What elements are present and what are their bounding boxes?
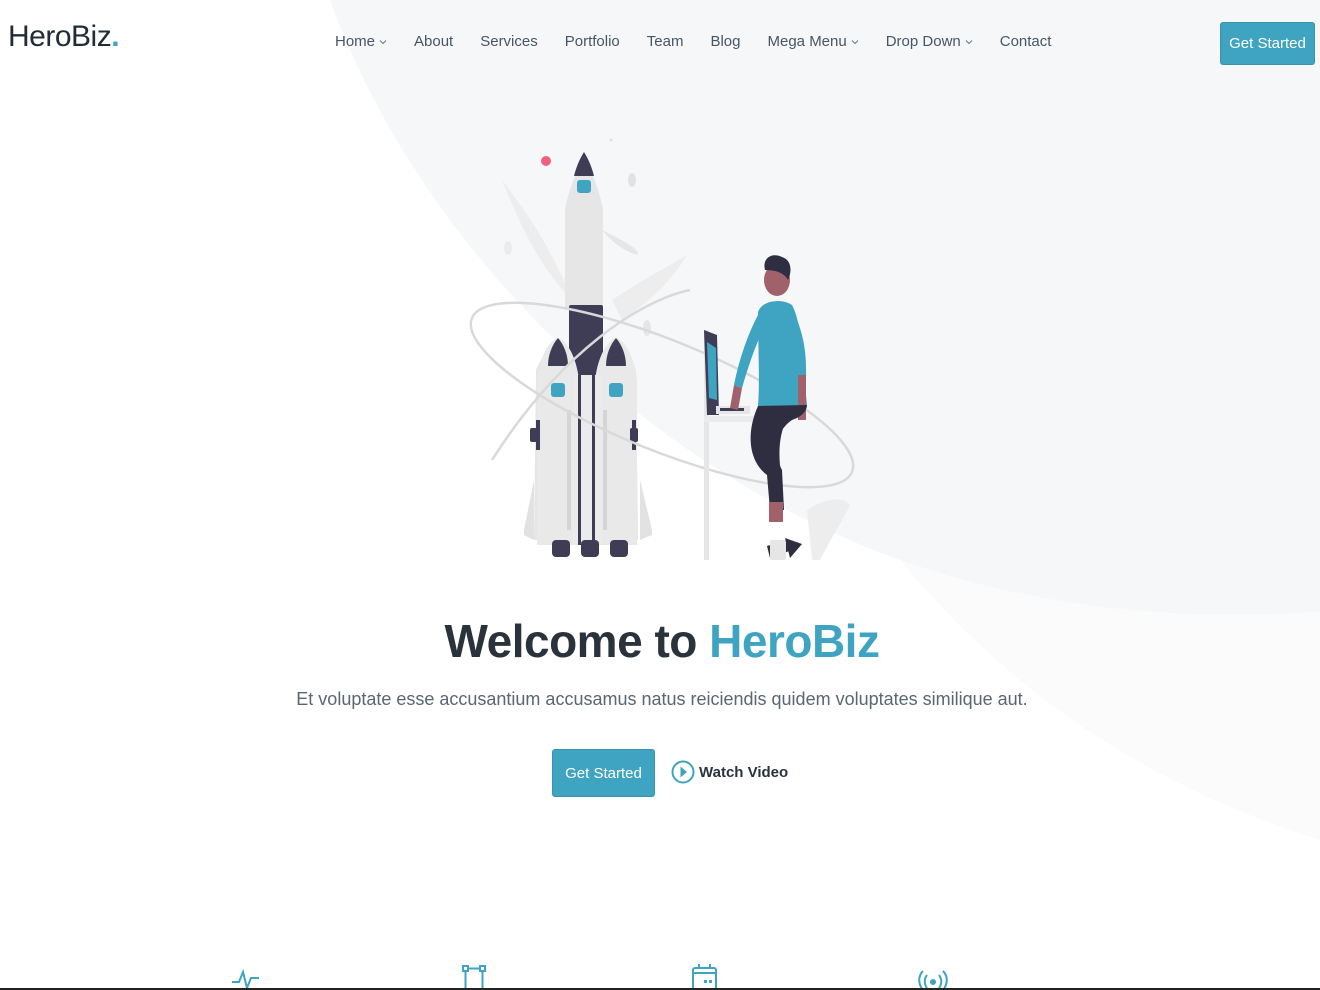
nav-item-blog[interactable]: Blog xyxy=(710,33,740,50)
nav-label: Drop Down xyxy=(885,33,961,50)
nav-item-about[interactable]: About xyxy=(414,33,453,50)
watch-video-link[interactable]: Watch Video xyxy=(671,755,788,789)
brand-name: HeroBiz xyxy=(8,20,112,53)
nav-item-portfolio[interactable]: Portfolio xyxy=(565,33,620,50)
nav-item-drop-down[interactable]: Drop Down xyxy=(886,33,973,50)
calendar-icon xyxy=(692,964,717,990)
nav-label: Blog xyxy=(710,33,741,50)
hero-illustration xyxy=(469,138,855,560)
features-icon-row xyxy=(0,962,1320,990)
nav-item-mega-menu[interactable]: Mega Menu xyxy=(768,33,859,50)
nav-item-team[interactable]: Team xyxy=(647,33,684,50)
nav-label: About xyxy=(414,33,454,50)
hero-subtitle: Et voluptate esse accusantium accusamus … xyxy=(296,689,1028,709)
nav-item-services[interactable]: Services xyxy=(480,33,538,50)
brand-logo[interactable]: HeroBiz. xyxy=(8,20,120,54)
activity-icon xyxy=(232,968,259,990)
hero-title-accent: HeroBiz xyxy=(709,615,880,667)
nav-label: Portfolio xyxy=(564,33,620,50)
site-header: HeroBiz. Home About Services Portfolio T… xyxy=(0,0,1320,86)
watch-video-label: Watch Video xyxy=(699,763,789,781)
brand-dot: . xyxy=(111,20,120,53)
chevron-down-icon xyxy=(851,39,859,44)
chevron-down-icon xyxy=(379,39,387,44)
bounding-box-icon xyxy=(462,965,486,990)
chevron-down-icon xyxy=(965,39,973,44)
hero-title: Welcome to HeroBiz xyxy=(0,614,1320,668)
nav-label: Services xyxy=(480,33,538,50)
header-get-started-button[interactable]: Get Started xyxy=(1220,22,1315,65)
nav-label: Mega Menu xyxy=(767,33,847,50)
broadcast-icon xyxy=(918,970,948,990)
main-nav: Home About Services Portfolio Team Blog … xyxy=(335,33,1051,50)
hero-title-prefix: Welcome to xyxy=(444,615,710,667)
play-circle-icon xyxy=(671,760,695,784)
hero-get-started-button[interactable]: Get Started xyxy=(552,749,655,797)
nav-label: Contact xyxy=(999,33,1052,50)
nav-label: Team xyxy=(646,33,684,50)
nav-label: Home xyxy=(335,33,376,50)
nav-item-contact[interactable]: Contact xyxy=(1000,33,1052,50)
nav-item-home[interactable]: Home xyxy=(335,33,387,50)
